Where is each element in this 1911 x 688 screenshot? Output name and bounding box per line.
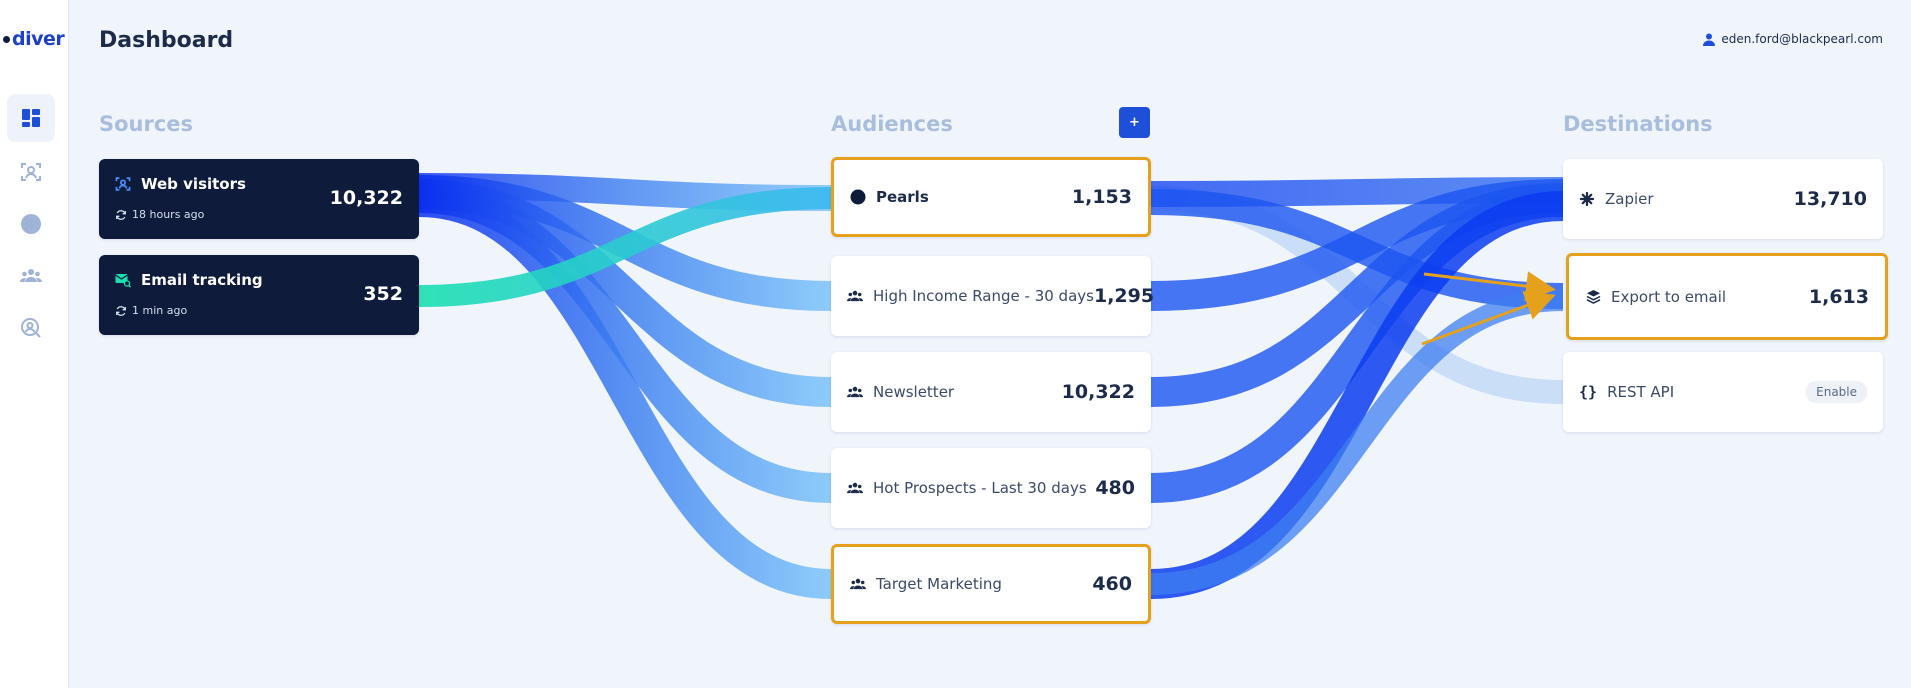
- audience-card-newsletter[interactable]: Newsletter 10,322: [831, 352, 1151, 432]
- dashboard-icon: [22, 109, 40, 127]
- source-count: 10,322: [329, 187, 403, 209]
- destination-count: 13,710: [1793, 188, 1867, 210]
- source-card-web-visitors[interactable]: Web visitors 18 hours ago 10,322: [99, 159, 419, 239]
- flow-web-to-hot-prospects: [418, 183, 832, 503]
- audience-count: 10,322: [1061, 381, 1135, 403]
- flow-web-to-newsletter: [418, 179, 832, 407]
- annotation-arrows: [1421, 271, 1556, 346]
- audience-card-high-income[interactable]: High Income Range - 30 days 1,295: [831, 256, 1155, 336]
- audience-name: Pearls: [876, 188, 929, 206]
- flow-pearls-to-zapier: [1150, 177, 1564, 207]
- group-icon: [847, 384, 863, 400]
- group-icon: [847, 288, 863, 304]
- sidebar: diver: [0, 0, 69, 688]
- flow-newsletter-to-zapier: [1150, 183, 1564, 407]
- group-icon: [850, 576, 866, 592]
- refresh-icon: [116, 209, 126, 220]
- destination-card-export-email[interactable]: Export to email 1,613: [1566, 253, 1888, 340]
- source-sync-time: 1 min ago: [132, 304, 188, 317]
- sidebar-item-audiences[interactable]: [7, 252, 55, 300]
- audience-name: Hot Prospects - Last 30 days: [873, 479, 1087, 497]
- braces-icon: {}: [1579, 383, 1598, 401]
- destination-name: Zapier: [1605, 190, 1654, 208]
- audiences-heading: Audiences: [831, 112, 953, 136]
- destinations-heading: Destinations: [1563, 112, 1713, 136]
- scan-user-icon: [21, 163, 41, 181]
- flow-email-to-pearls: [418, 187, 832, 307]
- group-icon: [20, 269, 42, 282]
- user-menu[interactable]: eden.ford@blackpearl.com: [1703, 32, 1883, 46]
- flow-target-to-export: [1150, 289, 1564, 595]
- add-audience-button[interactable]: +: [1119, 107, 1150, 138]
- source-name: Email tracking: [141, 271, 263, 289]
- flow-target-to-zapier: [1150, 191, 1564, 599]
- page-title: Dashboard: [99, 28, 234, 53]
- audience-name: Target Marketing: [876, 575, 1002, 593]
- audience-card-target-marketing[interactable]: Target Marketing 460: [831, 544, 1151, 624]
- sidebar-item-dashboard[interactable]: [7, 94, 55, 142]
- refresh-icon: [116, 305, 126, 316]
- user-email: eden.ford@blackpearl.com: [1721, 32, 1883, 46]
- pearl-icon: [850, 189, 866, 205]
- audience-card-hot-prospects[interactable]: Hot Prospects - Last 30 days 480: [831, 448, 1151, 528]
- audience-count: 460: [1092, 573, 1132, 595]
- layers-icon: [1585, 289, 1601, 305]
- user-icon: [1703, 33, 1716, 46]
- flow-web-to-high-income: [418, 175, 832, 311]
- sidebar-item-search[interactable]: [7, 304, 55, 352]
- logo-text: diver: [12, 28, 65, 50]
- destination-card-zapier[interactable]: Zapier 13,710: [1563, 159, 1883, 239]
- flow-hot-prospects-to-zapier: [1150, 187, 1564, 503]
- source-card-email-tracking[interactable]: Email tracking 1 min ago 352: [99, 255, 419, 335]
- audience-count: 480: [1095, 477, 1135, 499]
- audience-name: High Income Range - 30 days: [873, 287, 1094, 305]
- destination-count: 1,613: [1808, 285, 1869, 308]
- mail-search-icon: [115, 274, 131, 288]
- flow-pearls-to-rest: [1150, 186, 1564, 404]
- source-sync-time: 18 hours ago: [132, 208, 205, 221]
- logo[interactable]: diver: [3, 28, 65, 50]
- flow-web-to-pearls: [418, 173, 832, 211]
- scan-user-icon: [115, 177, 131, 191]
- destination-name: Export to email: [1611, 287, 1727, 306]
- sources-heading: Sources: [99, 112, 194, 136]
- destination-name: REST API: [1607, 383, 1675, 401]
- destination-card-rest-api[interactable]: {} REST API Enable: [1563, 352, 1883, 432]
- audience-name: Newsletter: [873, 383, 955, 401]
- sidebar-item-sources[interactable]: [7, 148, 55, 196]
- source-count: 352: [363, 283, 403, 305]
- flow-web-to-target: [418, 187, 832, 599]
- flow-pearls-to-export: [1150, 189, 1564, 309]
- flow-high-income-to-zapier: [1150, 179, 1564, 311]
- circle-icon: [21, 214, 41, 234]
- source-name: Web visitors: [141, 175, 246, 193]
- search-user-icon: [21, 318, 41, 338]
- audience-count: 1,295: [1093, 285, 1155, 307]
- enable-button[interactable]: Enable: [1806, 381, 1867, 403]
- audience-card-pearls[interactable]: Pearls 1,153: [831, 157, 1151, 237]
- group-icon: [847, 480, 863, 496]
- sidebar-item-pearls[interactable]: [7, 200, 55, 248]
- zapier-icon: [1579, 191, 1595, 207]
- audience-count: 1,153: [1071, 186, 1132, 208]
